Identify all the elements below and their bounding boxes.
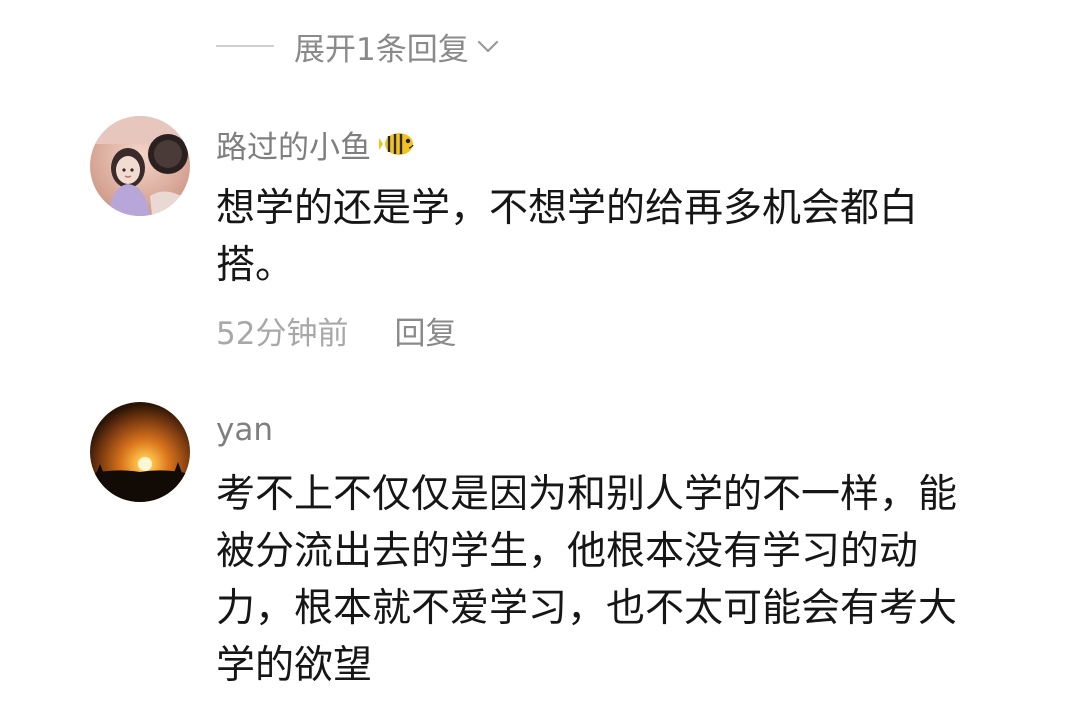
comment-text: 考不上不仅仅是因为和别人学的不一样，能 被分流出去的学生，他根本没有学习的动 力…: [216, 472, 958, 688]
comment-text: 想学的还是学，不想学的给再多机会都白 搭。: [216, 186, 919, 288]
username-text: 路过的小鱼: [216, 129, 371, 166]
reply-button[interactable]: 回复: [394, 308, 456, 353]
username-text: yan: [216, 412, 273, 448]
expand-replies-label: 展开1条回复: [294, 31, 469, 68]
comment-username[interactable]: 路过的小鱼: [216, 124, 419, 166]
comment-meta: 52分钟前 回复: [216, 308, 456, 352]
expand-divider-line: [216, 45, 274, 47]
avatar[interactable]: [90, 116, 190, 216]
expand-replies-button[interactable]: 展开1条回复: [216, 22, 501, 70]
comment-timestamp: 52分钟前: [216, 315, 349, 352]
fish-icon: [379, 128, 419, 160]
comment-username[interactable]: yan: [216, 410, 273, 450]
avatar[interactable]: [90, 402, 190, 502]
chevron-down-icon: [475, 33, 501, 59]
comment-thread: 展开1条回复 路过的小鱼 想学的还是学，不想学的给再多机会都白 搭。 52分钟前…: [0, 0, 1080, 720]
